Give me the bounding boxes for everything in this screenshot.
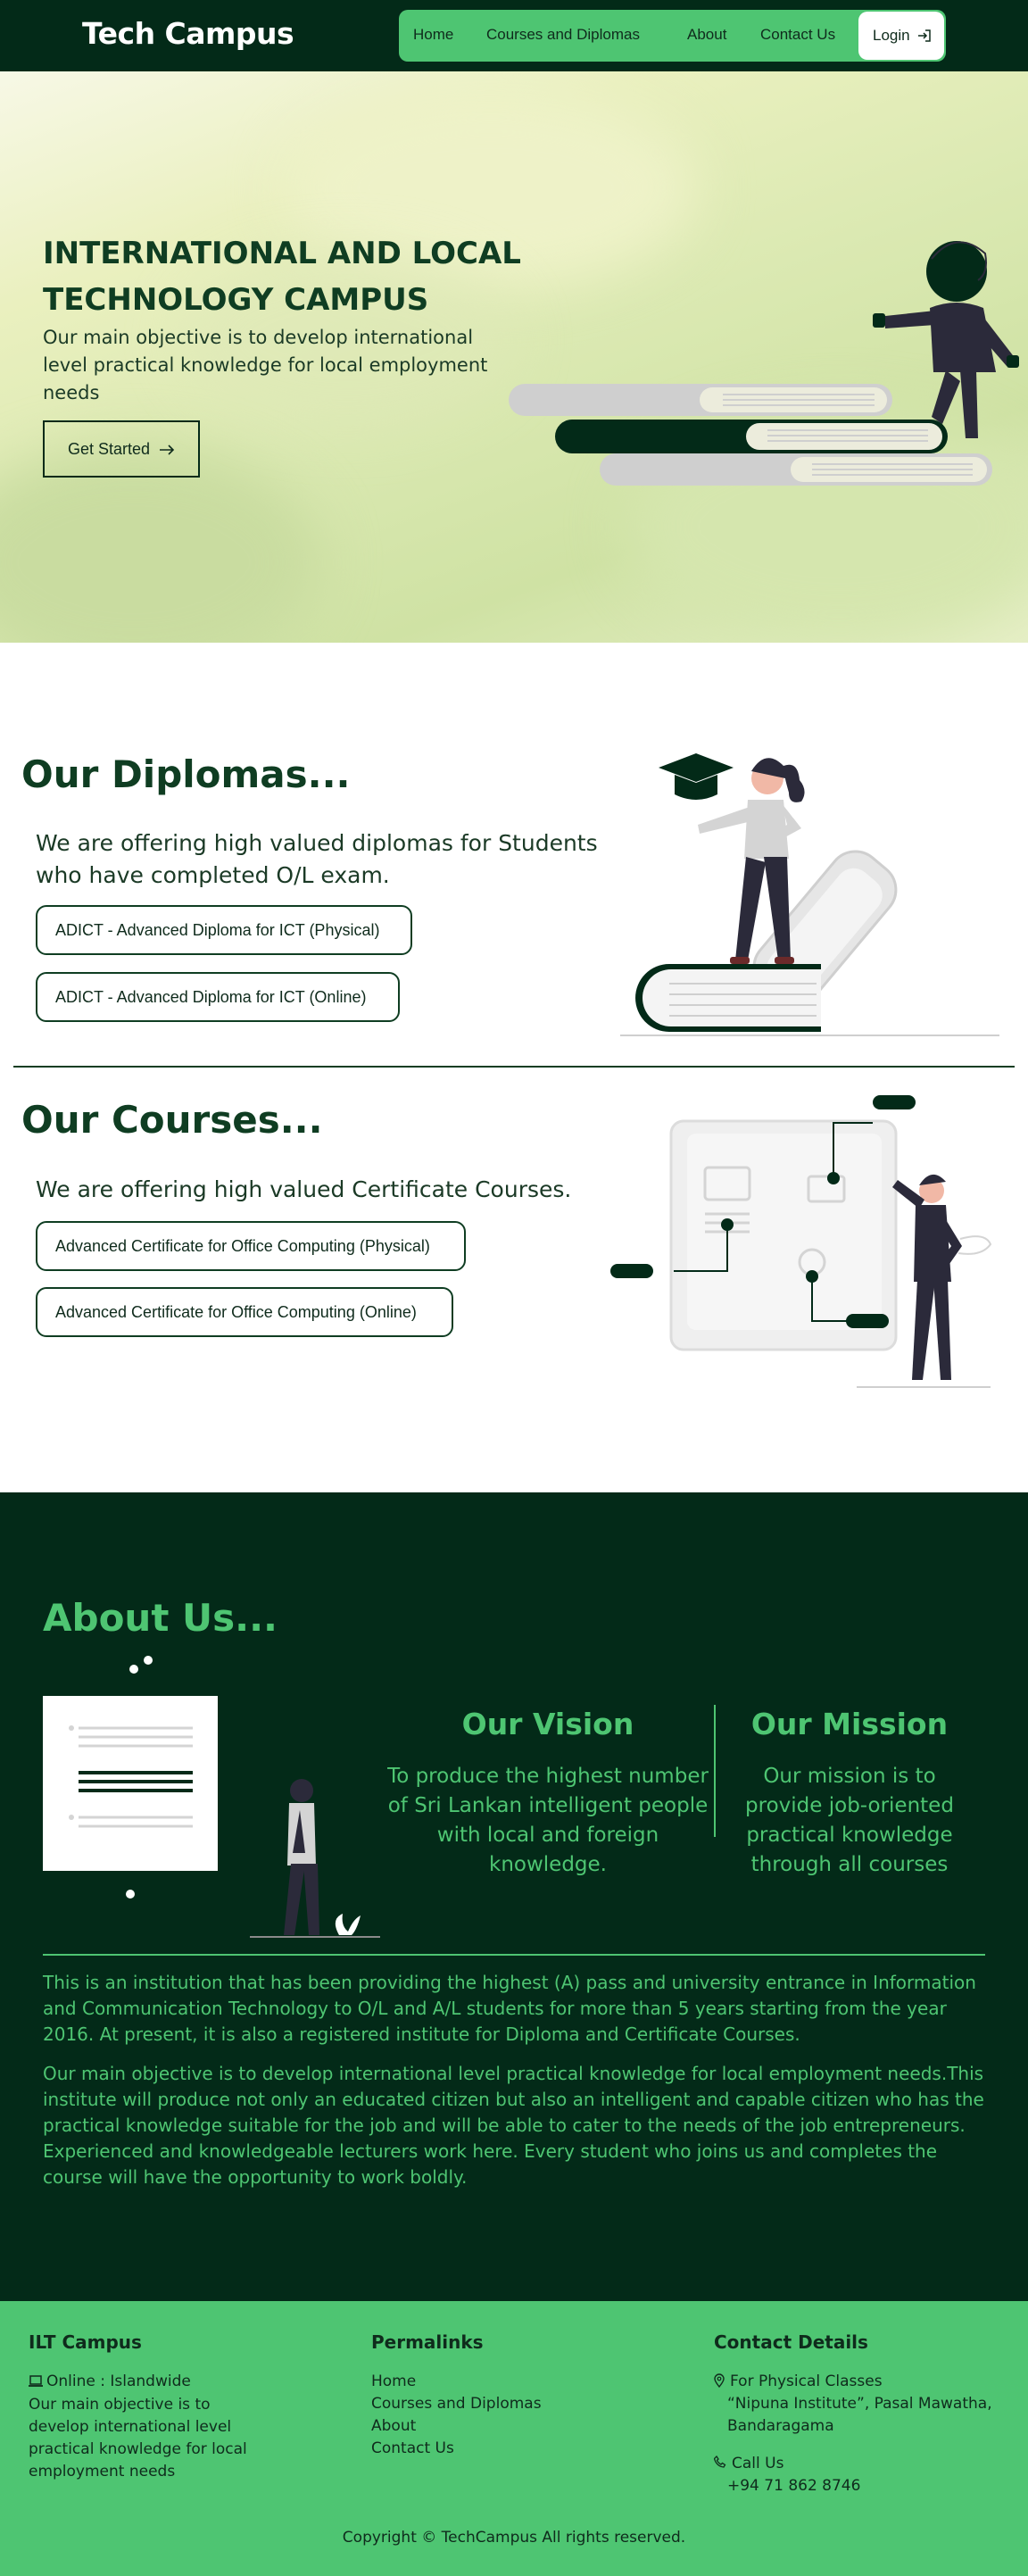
courses-illustration — [610, 1095, 992, 1388]
hero-section: INTERNATIONAL AND LOCAL TECHNOLOGY CAMPU… — [0, 71, 1028, 643]
hero-books-illustration — [509, 241, 1019, 486]
navbar: Tech Campus Home Courses and Diplomas Ab… — [0, 0, 1028, 71]
courses-subtitle: We are offering high valued Certificate … — [36, 1176, 572, 1202]
diploma-physical-button[interactable]: ADICT - Advanced Diploma for ICT (Physic… — [36, 905, 412, 955]
nav-menu: Home Courses and Diplomas About Contact … — [399, 10, 946, 62]
footer-permalinks-title: Permalinks — [371, 2331, 484, 2353]
footer-contact-title: Contact Details — [714, 2331, 868, 2353]
diplomas-illustration — [620, 753, 999, 1036]
about-divider — [43, 1954, 985, 1956]
footer-copyright: Copyright © TechCampus All rights reserv… — [342, 2529, 686, 2547]
about-paragraph-2: Our main objective is to develop interna… — [43, 2063, 984, 2188]
login-label: Login — [873, 27, 910, 44]
mission-title: Our Mission — [750, 1707, 949, 1741]
footer-brand-title: ILT Campus — [29, 2331, 142, 2353]
vision-mission-divider — [714, 1705, 716, 1837]
location-pin-icon — [714, 2373, 725, 2388]
login-button[interactable]: Login — [858, 12, 944, 60]
footer-link-home[interactable]: Home — [371, 2372, 416, 2390]
about-paragraph-1: This is an institution that has been pro… — [43, 1972, 976, 2045]
diplomas-subtitle: We are offering high valued diplomas for… — [36, 830, 598, 888]
courses-title: Our Courses... — [21, 1098, 323, 1142]
footer-link-contact[interactable]: Contact Us — [371, 2439, 454, 2457]
get-started-label: Get Started — [68, 440, 151, 458]
nav-item-about[interactable]: About — [687, 26, 726, 44]
nav-item-contact[interactable]: Contact Us — [760, 26, 835, 44]
hero-title: INTERNATIONAL AND LOCAL TECHNOLOGY CAMPU… — [43, 236, 521, 318]
vision-text: To produce the highest number of Sri Lan… — [387, 1765, 709, 1876]
mission-text: Our mission is to provide job-oriented p… — [745, 1765, 954, 1876]
phone-icon — [714, 2456, 726, 2468]
get-started-button[interactable]: Get Started — [43, 420, 200, 478]
course-online-button[interactable]: Advanced Certificate for Office Computin… — [36, 1287, 453, 1337]
arrow-right-icon — [160, 445, 175, 455]
diplomas-title: Our Diplomas... — [21, 752, 351, 796]
footer-physical-label: For Physical Classes — [730, 2372, 883, 2390]
footer-phone[interactable]: +94 71 862 8746 — [727, 2475, 860, 2497]
footer: ILT Campus Online : Islandwide Our main … — [0, 2301, 1028, 2576]
nav-item-courses[interactable]: Courses and Diplomas — [486, 26, 640, 44]
footer-link-about[interactable]: About — [371, 2417, 416, 2435]
footer-link-courses[interactable]: Courses and Diplomas — [371, 2395, 542, 2413]
about-section: About Us... Our Vision To produce the hi… — [0, 1492, 1028, 2301]
footer-call-label: Call Us — [732, 2455, 784, 2472]
about-illustration — [43, 1656, 380, 1938]
about-title: About Us... — [43, 1596, 278, 1640]
vision-title: Our Vision — [461, 1707, 634, 1741]
footer-address: “Nipuna Institute”, Pasal Mawatha, Banda… — [727, 2395, 992, 2435]
diploma-online-button[interactable]: ADICT - Advanced Diploma for ICT (Online… — [36, 972, 400, 1022]
footer-online-label: Online : Islandwide — [46, 2372, 191, 2390]
laptop-icon — [29, 2375, 43, 2387]
nav-item-home[interactable]: Home — [413, 26, 453, 44]
footer-about-text: Our main objective is to develop interna… — [29, 2396, 247, 2480]
login-icon — [918, 29, 931, 42]
hero-subtitle: Our main objective is to develop interna… — [43, 327, 488, 403]
course-physical-button[interactable]: Advanced Certificate for Office Computin… — [36, 1221, 466, 1271]
brand-logo[interactable]: Tech Campus — [82, 16, 294, 51]
section-divider — [13, 1066, 1015, 1068]
